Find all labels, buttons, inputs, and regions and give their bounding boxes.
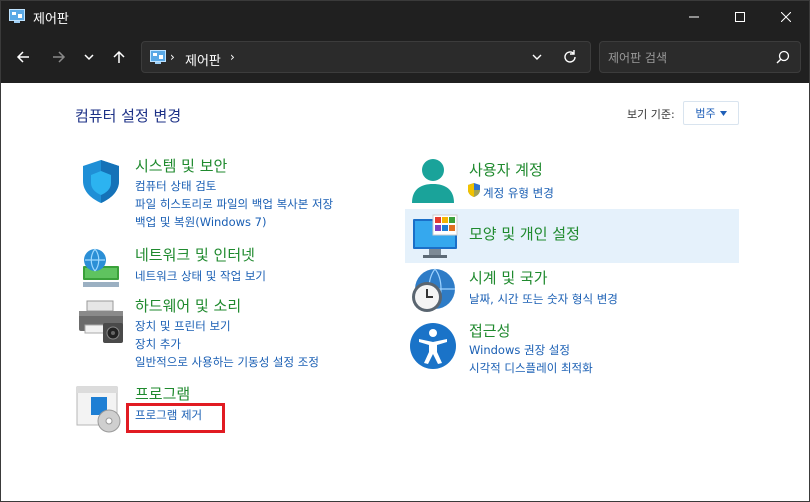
navigation-bar: › 제어판 ›	[1, 33, 809, 83]
programs-disc-icon	[76, 386, 121, 433]
link-devices-printers[interactable]: 장치 및 프린터 보기	[135, 318, 231, 334]
forward-button[interactable]	[45, 43, 73, 71]
maximize-button[interactable]	[717, 1, 763, 33]
user-icon	[412, 159, 454, 203]
link-review-status[interactable]: 컴퓨터 상태 검토	[135, 178, 216, 194]
back-button[interactable]	[9, 43, 37, 71]
monitor-icon	[413, 214, 458, 258]
breadcrumb-control-panel[interactable]: 제어판	[185, 50, 221, 69]
refresh-icon[interactable]	[562, 49, 578, 65]
breadcrumb-separator[interactable]: ›	[170, 50, 175, 64]
back-arrow-icon	[16, 51, 29, 63]
control-panel-icon	[150, 50, 166, 64]
minimize-button[interactable]	[671, 1, 717, 33]
search-input[interactable]	[608, 48, 758, 68]
forward-arrow-icon	[53, 51, 66, 63]
shield-icon	[83, 160, 119, 203]
category-title[interactable]: 시계 및 국가	[469, 267, 548, 288]
category-title[interactable]: 사용자 계정	[469, 159, 543, 180]
link-mobility-settings[interactable]: 일반적으로 사용하는 기동성 설정 조정	[135, 354, 319, 370]
breadcrumb-separator[interactable]: ›	[230, 50, 235, 64]
search-box[interactable]	[599, 41, 801, 73]
category-title[interactable]: 시스템 및 보안	[135, 155, 227, 176]
link-network-status[interactable]: 네트워크 상태 및 작업 보기	[135, 268, 266, 284]
link-add-device[interactable]: 장치 추가	[135, 336, 181, 352]
category-title[interactable]: 모양 및 개인 설정	[469, 223, 580, 244]
uac-shield-icon	[468, 183, 480, 197]
category-title[interactable]: 하드웨어 및 소리	[135, 295, 241, 316]
search-icon[interactable]	[776, 50, 790, 64]
maximize-icon	[735, 12, 745, 22]
control-panel-window: 제어판 › 제어판 › 제어판 검색 컴퓨터 설정 변경 보기 기준: 범주 시…	[0, 0, 810, 502]
annotation-highlight-box	[126, 403, 225, 433]
close-icon	[781, 12, 791, 22]
up-button[interactable]	[105, 43, 133, 71]
chevron-down-icon[interactable]	[530, 50, 544, 64]
minimize-icon	[689, 16, 699, 18]
category-title[interactable]: 프로그램	[135, 383, 190, 404]
link-windows-recommended[interactable]: Windows 권장 설정	[469, 342, 570, 358]
link-change-account-type[interactable]: 계정 유형 변경	[483, 185, 554, 201]
control-panel-icon	[9, 9, 25, 23]
view-by-label: 보기 기준:	[627, 108, 675, 121]
accessibility-icon	[410, 323, 456, 369]
category-title[interactable]: 네트워크 및 인터넷	[135, 244, 255, 265]
address-bar[interactable]: › 제어판 ›	[141, 41, 591, 73]
page-title: 컴퓨터 설정 변경	[75, 107, 182, 125]
clock-globe-icon	[412, 268, 455, 312]
link-file-history[interactable]: 파일 히스토리로 파일의 백업 복사본 저장	[135, 196, 333, 212]
content-area: 컴퓨터 설정 변경 보기 기준: 범주 시스템 및 보안 컴퓨터 상태 검토 파…	[1, 83, 809, 501]
window-title: 제어판	[33, 12, 69, 27]
title-bar: 제어판	[1, 1, 809, 33]
printer-icon	[79, 300, 123, 343]
recent-locations-button[interactable]	[75, 43, 103, 71]
up-arrow-icon	[113, 50, 125, 63]
view-by-dropdown[interactable]: 범주	[683, 101, 739, 125]
link-optimize-display[interactable]: 시각적 디스플레이 최적화	[469, 360, 593, 376]
recent-dropdown-icon	[84, 54, 94, 61]
link-date-time-format[interactable]: 날짜, 시간 또는 숫자 형식 변경	[469, 291, 618, 307]
category-title[interactable]: 접근성	[469, 320, 510, 341]
globe-network-icon	[83, 248, 119, 287]
caret-down-icon	[719, 110, 727, 116]
link-backup-restore[interactable]: 백업 및 복원(Windows 7)	[135, 214, 267, 230]
close-button[interactable]	[763, 1, 809, 33]
view-by-value: 범주	[695, 107, 716, 120]
